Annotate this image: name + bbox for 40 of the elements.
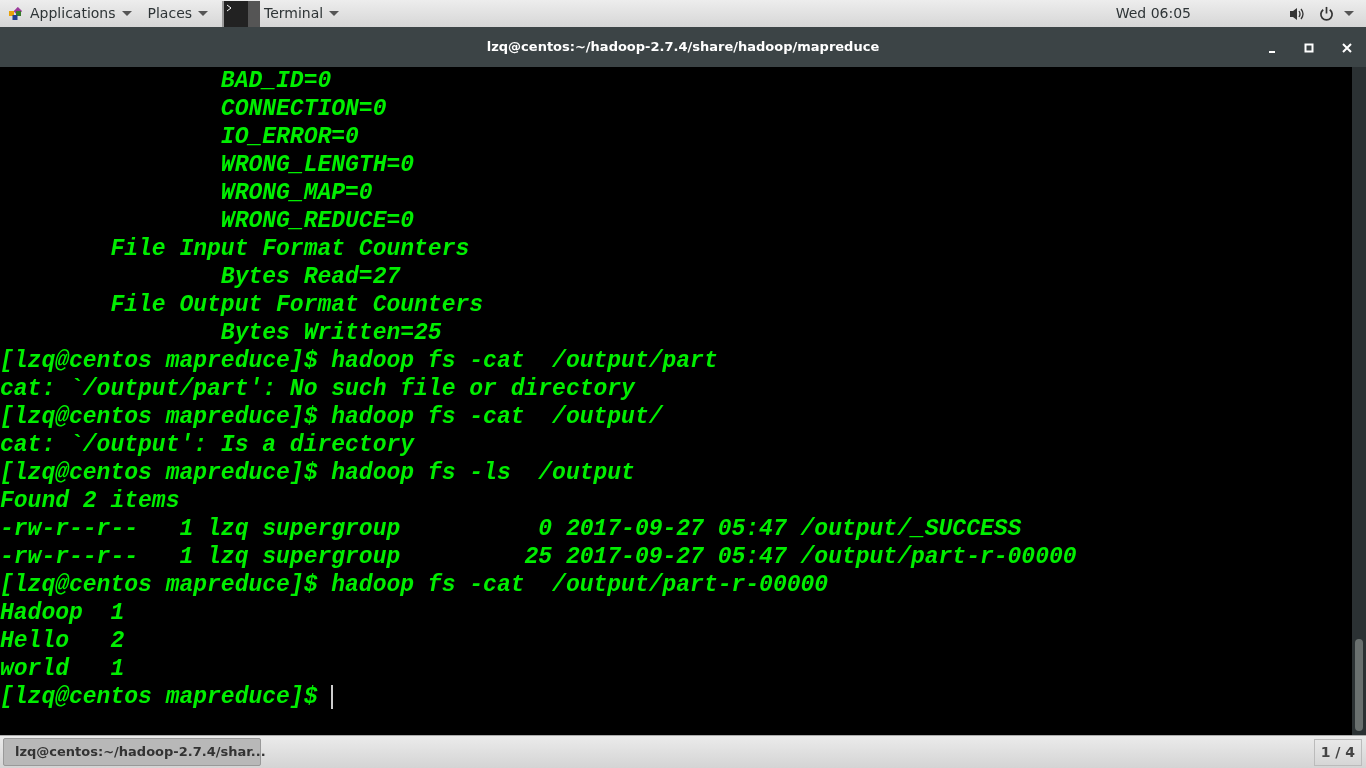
menu-item[interactable]: Applications xyxy=(30,3,116,24)
terminal-line: world 1 xyxy=(0,656,125,682)
terminal-line: BAD_ID=0 xyxy=(219,68,332,94)
terminal-line: -rw-r--r-- 1 lzq supergroup 25 2017-09-27 05:47 /output/part-r-00000 xyxy=(0,544,1077,570)
terminal-line: [lzq@centos mapreduce]$ hadoop fs -cat /output/part-r-00000 xyxy=(0,572,829,598)
terminal-line: File Input Format Counters xyxy=(109,236,471,262)
window-title: lzq@centos:~/hadoop-2.7.4/share/hadoop/mapreduce xyxy=(486,38,880,57)
terminal-line: File Output Format Counters xyxy=(109,292,485,318)
terminal-line: [lzq@centos mapreduce]$ hadoop fs -cat /output/part xyxy=(0,348,718,374)
terminal-line: WRONG_REDUCE=0 xyxy=(219,208,415,234)
caret-icon[interactable] xyxy=(329,11,340,16)
terminal-line: WRONG_MAP=0 xyxy=(219,180,373,206)
terminal-line: IO_ERROR=0 xyxy=(219,124,359,150)
scrollbar[interactable] xyxy=(1352,67,1366,735)
maximize-icon[interactable] xyxy=(1304,41,1314,55)
terminal-line: [lzq@centos mapreduce]$ hadoop fs -ls /output xyxy=(0,460,635,486)
terminal-line: Bytes Written=25 xyxy=(219,320,442,346)
terminal-line: WRONG_LENGTH=0 xyxy=(219,152,415,178)
caret-icon[interactable] xyxy=(198,11,209,16)
caret-icon[interactable] xyxy=(1344,11,1354,16)
terminal-line: Hadoop 1 xyxy=(0,600,125,626)
terminal-line: Bytes Read=27 xyxy=(219,264,401,290)
terminal-line: Hello 2 xyxy=(0,628,125,654)
terminal-line: cat: `/output': Is a directory xyxy=(0,432,415,458)
menu-item[interactable]: Places xyxy=(147,3,193,24)
app-menu[interactable]: Terminal xyxy=(264,3,324,24)
workspace-indicator[interactable]: 1 / 4 xyxy=(1313,738,1362,766)
caret-icon[interactable] xyxy=(121,11,132,16)
terminal-line: [lzq@centos mapreduce]$ hadoop fs -cat /output/ xyxy=(0,404,663,430)
terminal-line: [lzq@centos mapreduce]$ xyxy=(0,684,319,710)
logo-icon xyxy=(8,6,22,21)
terminal-icon xyxy=(224,0,261,27)
terminal-line: Found 2 items xyxy=(0,488,180,514)
clock[interactable]: Wed 06:05 xyxy=(1115,3,1191,24)
terminal-line: cat: `/output/part': No such file or directory xyxy=(0,376,635,402)
volume-icon[interactable] xyxy=(1289,6,1305,21)
power-icon[interactable] xyxy=(1319,6,1334,21)
terminal-line: CONNECTION=0 xyxy=(219,96,387,122)
close-icon[interactable] xyxy=(1342,41,1352,55)
terminal-line: -rw-r--r-- 1 lzq supergroup 0 2017-09-27 05:47 /output/_SUCCESS xyxy=(0,516,1022,542)
